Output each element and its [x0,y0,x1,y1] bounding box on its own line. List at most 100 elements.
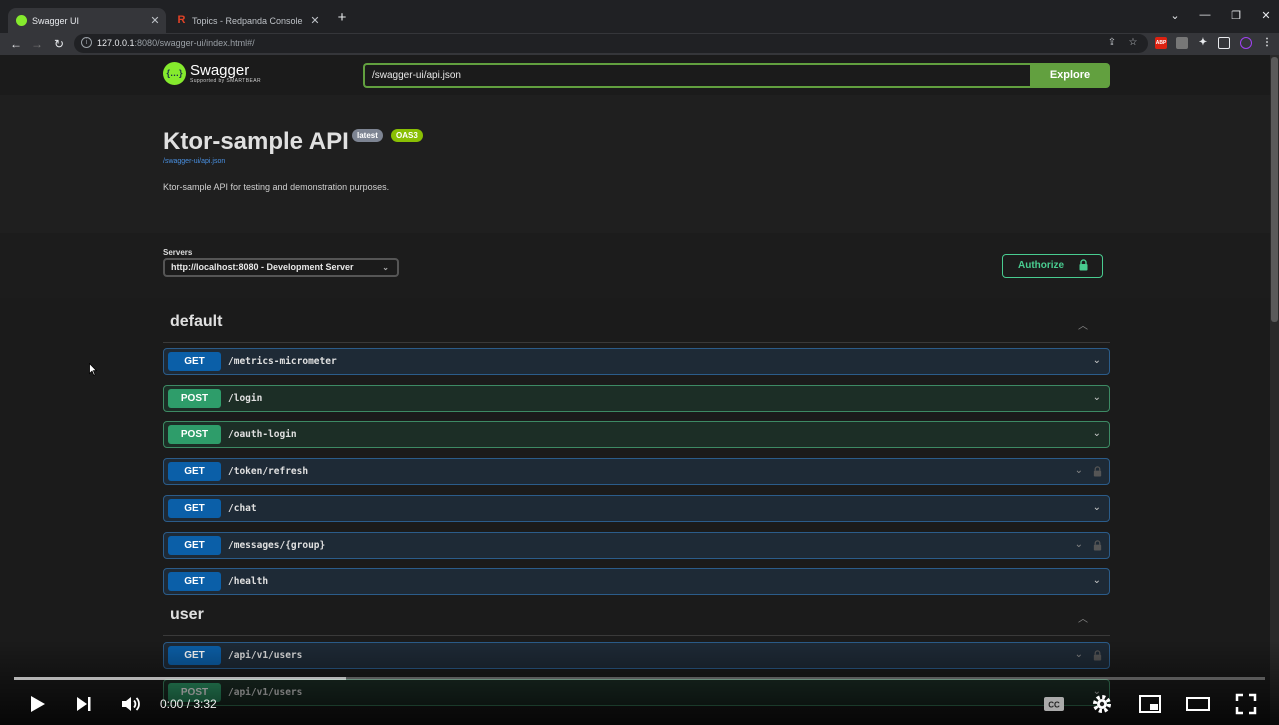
operation-row[interactable]: GET/chat ⌄ [163,495,1110,522]
version-badge: latest [352,129,383,142]
collapse-chevron-icon[interactable]: ︿ [1078,610,1088,625]
swagger-favicon-icon [16,15,27,26]
expand-chevron-icon[interactable]: ⌄ [1075,465,1083,476]
method-badge: GET [168,499,221,518]
expand-chevron-icon[interactable]: ⌄ [1093,355,1101,366]
player-controls-background [0,640,1279,725]
operation-path: /login [228,393,263,404]
address-url: 127.0.0.1:8080/swagger-ui/index.html#/ [97,38,255,48]
expand-chevron-icon[interactable]: ⌄ [1075,539,1083,550]
lock-icon [1079,259,1088,271]
method-badge: GET [168,572,221,591]
section-title-default[interactable]: default [170,313,222,331]
puzzle-extensions-icon[interactable]: ✦ [1197,37,1209,49]
authorize-button[interactable]: Authorize [1002,254,1103,278]
chevron-down-icon: ⌄ [382,263,389,272]
operation-path: /metrics-micrometer [228,356,337,367]
video-progress-bar[interactable] [14,677,1265,680]
play-icon[interactable] [25,692,49,716]
server-select-value: http://localhost:8080 - Development Serv… [171,262,354,272]
browser-menu-icon[interactable]: ⋮ [1261,37,1273,49]
operation-row[interactable]: GET/token/refresh ⌄ [163,458,1110,485]
volume-icon[interactable] [119,692,143,716]
close-tab-icon[interactable]: ✕ [308,14,322,27]
swagger-logo[interactable]: {…} Swagger Supported by SMARTBEAR [163,62,261,85]
page-title: Ktor-sample API [163,128,349,155]
spec-link[interactable]: /swagger-ui/api.json [163,158,225,165]
sidebar-icon[interactable] [1218,37,1230,49]
oas-badge: OAS3 [391,129,423,142]
address-bar[interactable]: i 127.0.0.1:8080/swagger-ui/index.html#/… [74,34,1148,53]
reload-button[interactable]: ↻ [50,35,68,53]
browser-tab-bar: Swagger UI ✕ R Topics - Redpanda Console… [0,0,1279,33]
captions-icon[interactable]: CC [1042,692,1066,716]
logo-subtext: Supported by SMARTBEAR [190,78,261,84]
progress-loaded [14,677,346,680]
explore-button[interactable]: Explore [1030,63,1110,88]
swagger-logo-icon: {…} [163,62,186,85]
section-title-user[interactable]: user [170,606,204,624]
tab-swagger-ui[interactable]: Swagger UI ✕ [8,8,166,33]
tab-redpanda-console[interactable]: R Topics - Redpanda Console ✕ [168,8,326,33]
method-badge: GET [168,352,221,371]
tab-title: Swagger UI [32,15,80,26]
minimize-button[interactable]: — [1195,9,1215,21]
section-divider [163,635,1110,636]
lock-icon[interactable] [1093,466,1102,477]
tab-search-icon[interactable]: ⌄ [1165,9,1185,22]
method-badge: GET [168,536,221,555]
back-button[interactable]: ← [7,35,25,53]
forward-button[interactable]: → [28,35,46,53]
operation-path: /oauth-login [228,429,297,440]
operation-row[interactable]: GET/health ⌄ [163,568,1110,595]
miniplayer-icon[interactable] [1138,692,1162,716]
collapse-chevron-icon[interactable]: ︿ [1078,317,1088,332]
bookmark-star-icon[interactable]: ☆ [1127,37,1139,49]
next-video-icon[interactable] [72,692,96,716]
authorize-label: Authorize [1018,260,1065,271]
servers-label: Servers [163,248,193,257]
server-select[interactable]: http://localhost:8080 - Development Serv… [163,258,399,277]
svg-text:CC: CC [1048,701,1060,710]
share-icon[interactable]: ⇪ [1106,37,1118,49]
operation-row[interactable]: GET/messages/{group} ⌄ [163,532,1110,559]
operation-row[interactable]: POST/login ⌄ [163,385,1110,412]
expand-chevron-icon[interactable]: ⌄ [1093,502,1101,513]
close-tab-icon[interactable]: ✕ [148,14,162,27]
adblock-extension-icon[interactable]: ABP [1155,37,1167,49]
page-scrollbar[interactable] [1270,55,1279,725]
operation-row[interactable]: POST/oauth-login ⌄ [163,421,1110,448]
settings-gear-icon[interactable] [1090,692,1114,716]
fullscreen-icon[interactable] [1234,692,1258,716]
theater-mode-icon[interactable] [1186,692,1210,716]
operation-path: /chat [228,503,257,514]
lock-icon[interactable] [1093,540,1102,551]
site-info-icon[interactable]: i [81,37,92,48]
method-badge: POST [168,389,221,408]
close-window-button[interactable]: ✕ [1256,9,1276,22]
swagger-topbar: {…} Swagger Supported by SMARTBEAR /swag… [0,55,1270,95]
expand-chevron-icon[interactable]: ⌄ [1093,428,1101,439]
expand-chevron-icon[interactable]: ⌄ [1093,575,1101,586]
servers-panel: Servers http://localhost:8080 - Developm… [0,233,1270,298]
logo-text: Swagger [190,62,250,79]
operation-path: /health [228,576,269,587]
restore-button[interactable]: ❐ [1226,9,1246,22]
expand-chevron-icon[interactable]: ⌄ [1093,392,1101,403]
redpanda-favicon-icon: R [177,14,186,26]
operation-path: /messages/{group} [228,540,326,551]
operation-row[interactable]: GET/metrics-micrometer ⌄ [163,348,1110,375]
api-description: Ktor-sample API for testing and demonstr… [163,182,390,192]
tab-title: Topics - Redpanda Console [192,15,303,26]
method-badge: POST [168,425,221,444]
swagger-page: {…} Swagger Supported by SMARTBEAR /swag… [0,55,1270,725]
scrollbar-thumb[interactable] [1271,57,1278,322]
browser-toolbar: ← → ↻ i 127.0.0.1:8080/swagger-ui/index.… [0,33,1279,55]
method-badge: GET [168,462,221,481]
profile-avatar[interactable] [1240,37,1252,49]
operation-path: /token/refresh [228,466,309,477]
spec-url-input[interactable]: /swagger-ui/api.json [363,63,1030,88]
new-tab-button[interactable]: + [334,10,350,26]
extension-icon[interactable] [1176,37,1188,49]
section-divider [163,342,1110,343]
